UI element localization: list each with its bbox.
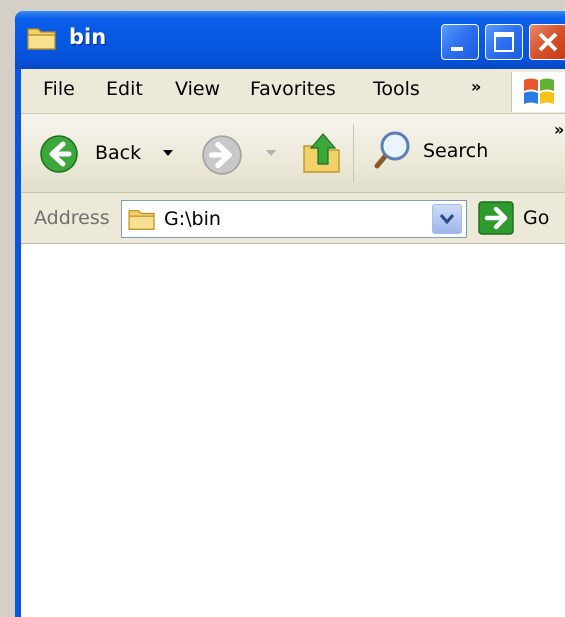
toolbar-separator <box>353 124 354 182</box>
go-button[interactable]: Go <box>477 200 565 238</box>
go-label: Go <box>523 207 550 229</box>
address-value: G:\bin <box>164 208 221 230</box>
menu-file[interactable]: File <box>43 78 75 100</box>
minimize-button[interactable] <box>441 24 479 60</box>
maximize-icon <box>494 32 514 52</box>
close-icon <box>538 32 558 52</box>
search-button[interactable]: Search <box>363 126 513 178</box>
folder-icon <box>27 28 56 50</box>
search-icon <box>374 131 410 169</box>
windows-logo-icon <box>524 78 554 104</box>
forward-arrow-icon[interactable] <box>201 134 243 176</box>
menu-tools[interactable]: Tools <box>373 78 420 100</box>
windows-logo-area <box>511 72 565 112</box>
menu-edit[interactable]: Edit <box>106 78 143 100</box>
title-bar[interactable]: bin <box>15 11 565 69</box>
search-label: Search <box>423 140 489 162</box>
standard-toolbar: Back Search » <box>21 114 565 193</box>
window-title: bin <box>69 25 107 49</box>
menu-bar: File Edit View Favorites Tools » <box>21 69 565 114</box>
back-button[interactable]: Back <box>39 132 157 176</box>
back-arrow-icon <box>40 135 78 173</box>
dropdown-arrow-icon[interactable] <box>161 148 175 158</box>
address-dropdown-button[interactable] <box>432 204 462 234</box>
close-button[interactable] <box>529 24 565 60</box>
forward-dropdown-icon[interactable] <box>264 148 278 158</box>
menu-favorites[interactable]: Favorites <box>250 78 336 100</box>
address-folder-icon <box>128 210 155 230</box>
folder-content-pane[interactable] <box>21 244 565 617</box>
address-label: Address <box>34 207 110 229</box>
folder-up-icon[interactable] <box>301 128 343 176</box>
maximize-button[interactable] <box>485 24 523 60</box>
window-client: File Edit View Favorites Tools » Back Se… <box>21 69 565 617</box>
explorer-window: bin File Edit View Favorites Tools » Bac… <box>15 11 565 617</box>
menu-view[interactable]: View <box>175 78 220 100</box>
toolbar-overflow-chevron[interactable]: » <box>554 120 564 139</box>
chevron-down-icon <box>439 214 455 225</box>
back-label: Back <box>95 142 142 164</box>
minimize-icon <box>451 47 463 51</box>
menu-overflow-chevron[interactable]: » <box>471 77 481 96</box>
address-bar: Address G:\bin Go <box>21 193 565 244</box>
go-arrow-icon <box>478 201 514 235</box>
address-field[interactable]: G:\bin <box>121 200 467 238</box>
